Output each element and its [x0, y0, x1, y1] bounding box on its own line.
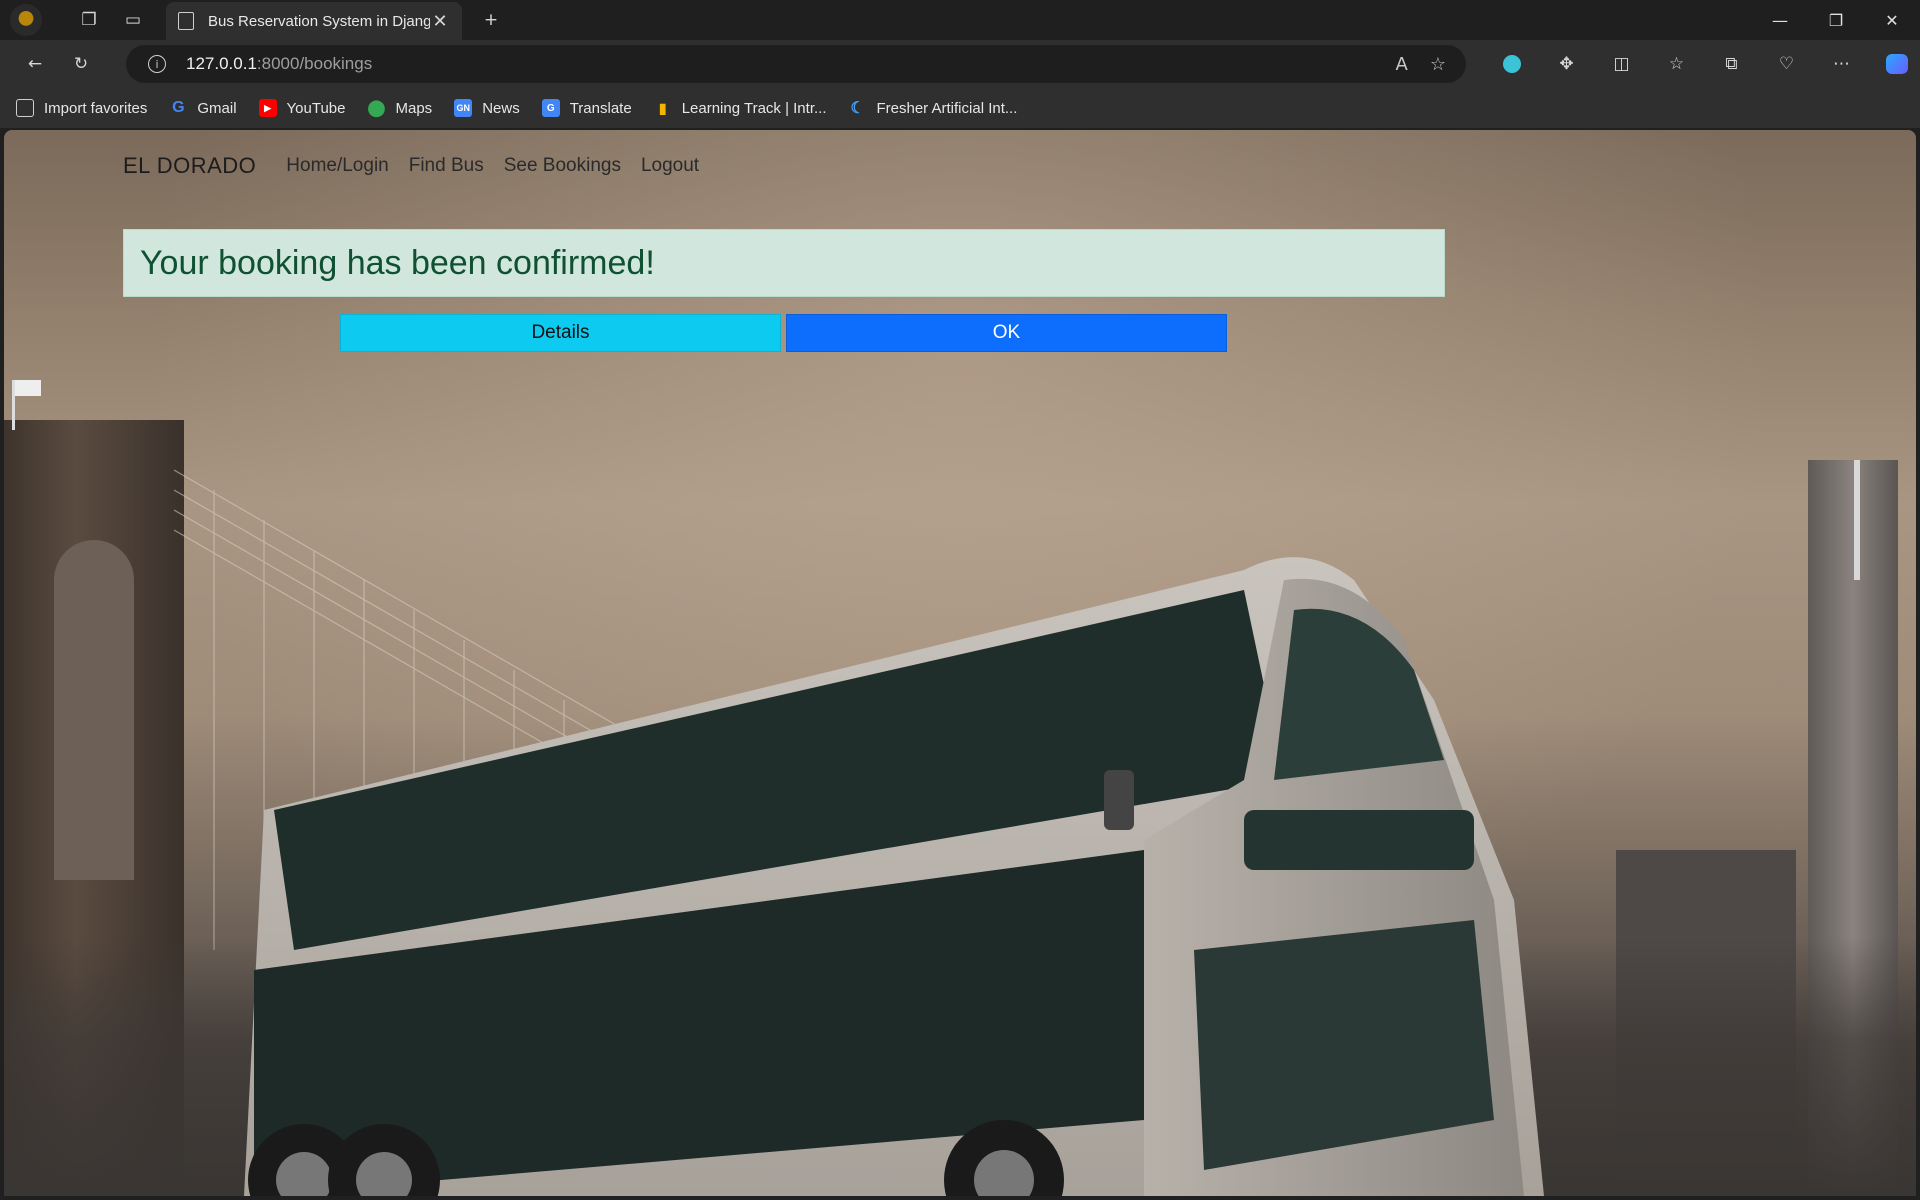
booking-confirmed-alert: Your booking has been confirmed!	[123, 229, 1445, 297]
page-viewport: EL DORADO Home/Login Find Bus See Bookin…	[4, 130, 1916, 1196]
details-button[interactable]: Details	[340, 314, 781, 352]
favorite-import[interactable]: Import favorites	[16, 99, 147, 117]
favorite-label: Import favorites	[44, 99, 148, 117]
favorite-learning-track[interactable]: ▮ Learning Track | Intr...	[654, 99, 827, 117]
favorite-star-icon[interactable]: ☆	[1430, 54, 1446, 75]
refresh-icon[interactable]: ↻	[64, 48, 98, 80]
site-info-icon[interactable]: i	[148, 55, 166, 73]
flag-image	[12, 380, 41, 430]
crescent-icon: ☾	[850, 100, 865, 117]
nav-find-bus[interactable]: Find Bus	[409, 155, 484, 177]
restore-icon[interactable]: ❐	[1808, 0, 1864, 40]
maps-pin-icon: ⬤	[367, 100, 386, 117]
translate-icon: G	[541, 99, 560, 117]
page-icon	[178, 12, 194, 30]
extensions-puzzle-icon[interactable]: ✥	[1539, 48, 1594, 80]
chart-bars-icon: ▮	[658, 99, 667, 116]
favorite-label: Gmail	[197, 99, 237, 117]
ok-button[interactable]: OK	[786, 314, 1227, 352]
news-icon: GN	[454, 99, 473, 117]
site-navbar: EL DORADO Home/Login Find Bus See Bookin…	[123, 146, 719, 186]
favorite-label: Fresher Artificial Int...	[876, 99, 1018, 117]
favorite-maps[interactable]: ⬤ Maps	[367, 99, 433, 118]
nav-logout[interactable]: Logout	[641, 155, 699, 177]
profile-avatar[interactable]	[10, 4, 42, 36]
close-tab-icon[interactable]: ✕	[430, 11, 450, 32]
favorite-news[interactable]: GN News	[454, 99, 520, 117]
workspaces-icon[interactable]: ❐	[72, 4, 106, 36]
double-decker-bus-image	[244, 557, 1544, 1196]
extension-circle-icon[interactable]	[1484, 48, 1539, 80]
more-menu-icon[interactable]: ⋯	[1814, 48, 1869, 80]
address-bar[interactable]: i 127.0.0.1:8000/bookings A ☆	[126, 45, 1466, 83]
favorite-youtube[interactable]: ▶ YouTube	[258, 99, 346, 117]
window-controls: — ❐ ✕	[1752, 0, 1920, 40]
browser-nav-bar: ← ↻ i 127.0.0.1:8000/bookings A ☆ ✥ ◫ ☆ …	[0, 40, 1920, 88]
tab-title: Bus Reservation System in Djang	[208, 12, 430, 30]
favorites-list-icon[interactable]: ☆	[1649, 48, 1704, 80]
split-screen-icon[interactable]: ◫	[1594, 48, 1649, 80]
url-path: :8000/bookings	[256, 54, 373, 73]
browser-essentials-icon[interactable]: ♡	[1759, 48, 1814, 80]
favorite-gmail[interactable]: G Gmail	[169, 99, 236, 117]
favorite-fresher-ai[interactable]: ☾ Fresher Artificial Int...	[849, 99, 1018, 118]
favorite-label: Maps	[395, 99, 433, 117]
site-brand[interactable]: EL DORADO	[123, 153, 256, 179]
read-aloud-icon[interactable]: A	[1396, 54, 1408, 75]
new-tab-icon[interactable]: +	[474, 4, 508, 36]
active-tab[interactable]: Bus Reservation System in Djang ✕	[166, 2, 462, 40]
close-window-icon[interactable]: ✕	[1864, 0, 1920, 40]
favorite-label: Learning Track | Intr...	[681, 99, 827, 117]
back-icon[interactable]: ←	[18, 48, 52, 80]
nav-see-bookings[interactable]: See Bookings	[504, 155, 621, 177]
favorite-label: YouTube	[286, 99, 346, 117]
copilot-icon[interactable]	[1869, 48, 1920, 80]
google-icon: G	[172, 99, 185, 116]
tab-actions-icon[interactable]: ▭	[116, 4, 150, 36]
youtube-icon: ▶	[258, 99, 277, 117]
alert-message: Your booking has been confirmed!	[140, 243, 655, 282]
nav-home-login[interactable]: Home/Login	[286, 155, 388, 177]
import-icon	[16, 99, 34, 117]
favorite-label: Translate	[569, 99, 632, 117]
collections-icon[interactable]: ⧉	[1704, 48, 1759, 80]
favorite-label: News	[482, 99, 520, 117]
browser-tab-bar: ❐ ▭ Bus Reservation System in Djang ✕ + …	[0, 0, 1920, 40]
minimize-icon[interactable]: —	[1752, 0, 1808, 40]
favorites-bar: Import favorites G Gmail ▶ YouTube ⬤ Map…	[0, 88, 1920, 128]
favorite-translate[interactable]: G Translate	[541, 99, 632, 117]
url-host: 127.0.0.1	[186, 54, 257, 73]
